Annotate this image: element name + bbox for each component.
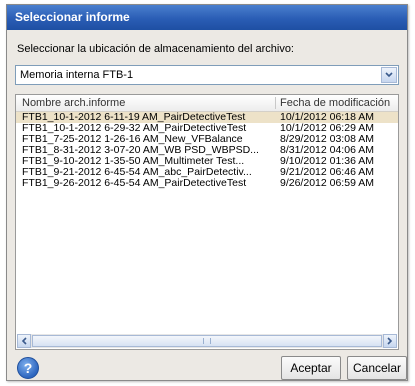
modified-date: 8/29/2012 03:08 AM [280, 134, 374, 145]
report-file-list[interactable]: Nombre arch.informe Fecha de modificació… [15, 94, 399, 350]
modified-date: 8/31/2012 04:06 AM [280, 145, 374, 156]
modified-date: 9/26/2012 06:59 AM [280, 178, 374, 189]
storage-location-value: Memoria interna FTB-1 [20, 69, 134, 81]
horizontal-scrollbar[interactable] [17, 334, 397, 348]
list-item[interactable]: FTB1_9-21-2012 6-45-54 AM_abc_PairDetect… [16, 167, 398, 178]
modified-date: 10/1/2012 06:18 AM [280, 112, 374, 123]
file-rows: FTB1_10-1-2012 6-11-19 AM_PairDetectiveT… [16, 112, 398, 189]
column-header-date[interactable]: Fecha de modificación [280, 97, 390, 109]
chevron-right-icon[interactable] [383, 334, 397, 348]
list-item[interactable]: FTB1_7-25-2012 1-26-16 AM_New_VFBalance 8… [16, 134, 398, 145]
help-icon: ? [23, 360, 33, 376]
help-button[interactable]: ? [17, 357, 39, 379]
file-name: FTB1_10-1-2012 6-29-32 AM_PairDetectiveT… [22, 123, 247, 134]
select-report-dialog: Seleccionar informe Seleccionar la ubica… [6, 4, 408, 381]
storage-location-prompt: Seleccionar la ubicación de almacenamien… [17, 43, 294, 55]
modified-date: 9/10/2012 01:36 AM [280, 156, 374, 167]
list-item[interactable]: FTB1_10-1-2012 6-29-32 AM_PairDetectiveT… [16, 123, 398, 134]
file-name: FTB1_7-25-2012 1-26-16 AM_New_VFBalance [22, 134, 243, 145]
file-name: FTB1_9-21-2012 6-45-54 AM_abc_PairDetect… [22, 167, 252, 178]
column-header-name[interactable]: Nombre arch.informe [22, 97, 125, 109]
column-divider[interactable] [275, 97, 276, 109]
storage-location-dropdown[interactable]: Memoria interna FTB-1 [15, 65, 399, 85]
file-name: FTB1_9-10-2012 1-35-50 AM_Multimeter Tes… [22, 156, 245, 167]
modified-date: 10/1/2012 06:29 AM [280, 123, 374, 134]
list-item[interactable]: FTB1_10-1-2012 6-11-19 AM_PairDetectiveT… [16, 112, 398, 123]
modified-date: 9/21/2012 06:46 AM [280, 167, 374, 178]
list-header: Nombre arch.informe Fecha de modificació… [16, 95, 398, 112]
chevron-left-icon[interactable] [17, 334, 31, 348]
cancel-button[interactable]: Cancelar [347, 356, 407, 380]
accept-button[interactable]: Aceptar [281, 356, 341, 380]
list-item[interactable]: FTB1_9-10-2012 1-35-50 AM_Multimeter Tes… [16, 156, 398, 167]
file-name: FTB1_8-31-2012 3-07-20 AM_WB PSD_WBPSD..… [22, 145, 259, 156]
file-name: FTB1_10-1-2012 6-11-19 AM_PairDetectiveT… [22, 112, 246, 123]
dialog-title: Seleccionar informe [7, 5, 407, 30]
list-item[interactable]: FTB1_9-26-2012 6-45-54 AM_PairDetectiveT… [16, 178, 398, 189]
scrollbar-thumb[interactable] [32, 335, 382, 347]
list-item[interactable]: FTB1_8-31-2012 3-07-20 AM_WB PSD_WBPSD..… [16, 145, 398, 156]
file-name: FTB1_9-26-2012 6-45-54 AM_PairDetectiveT… [22, 178, 247, 189]
chevron-down-icon[interactable] [381, 67, 397, 83]
